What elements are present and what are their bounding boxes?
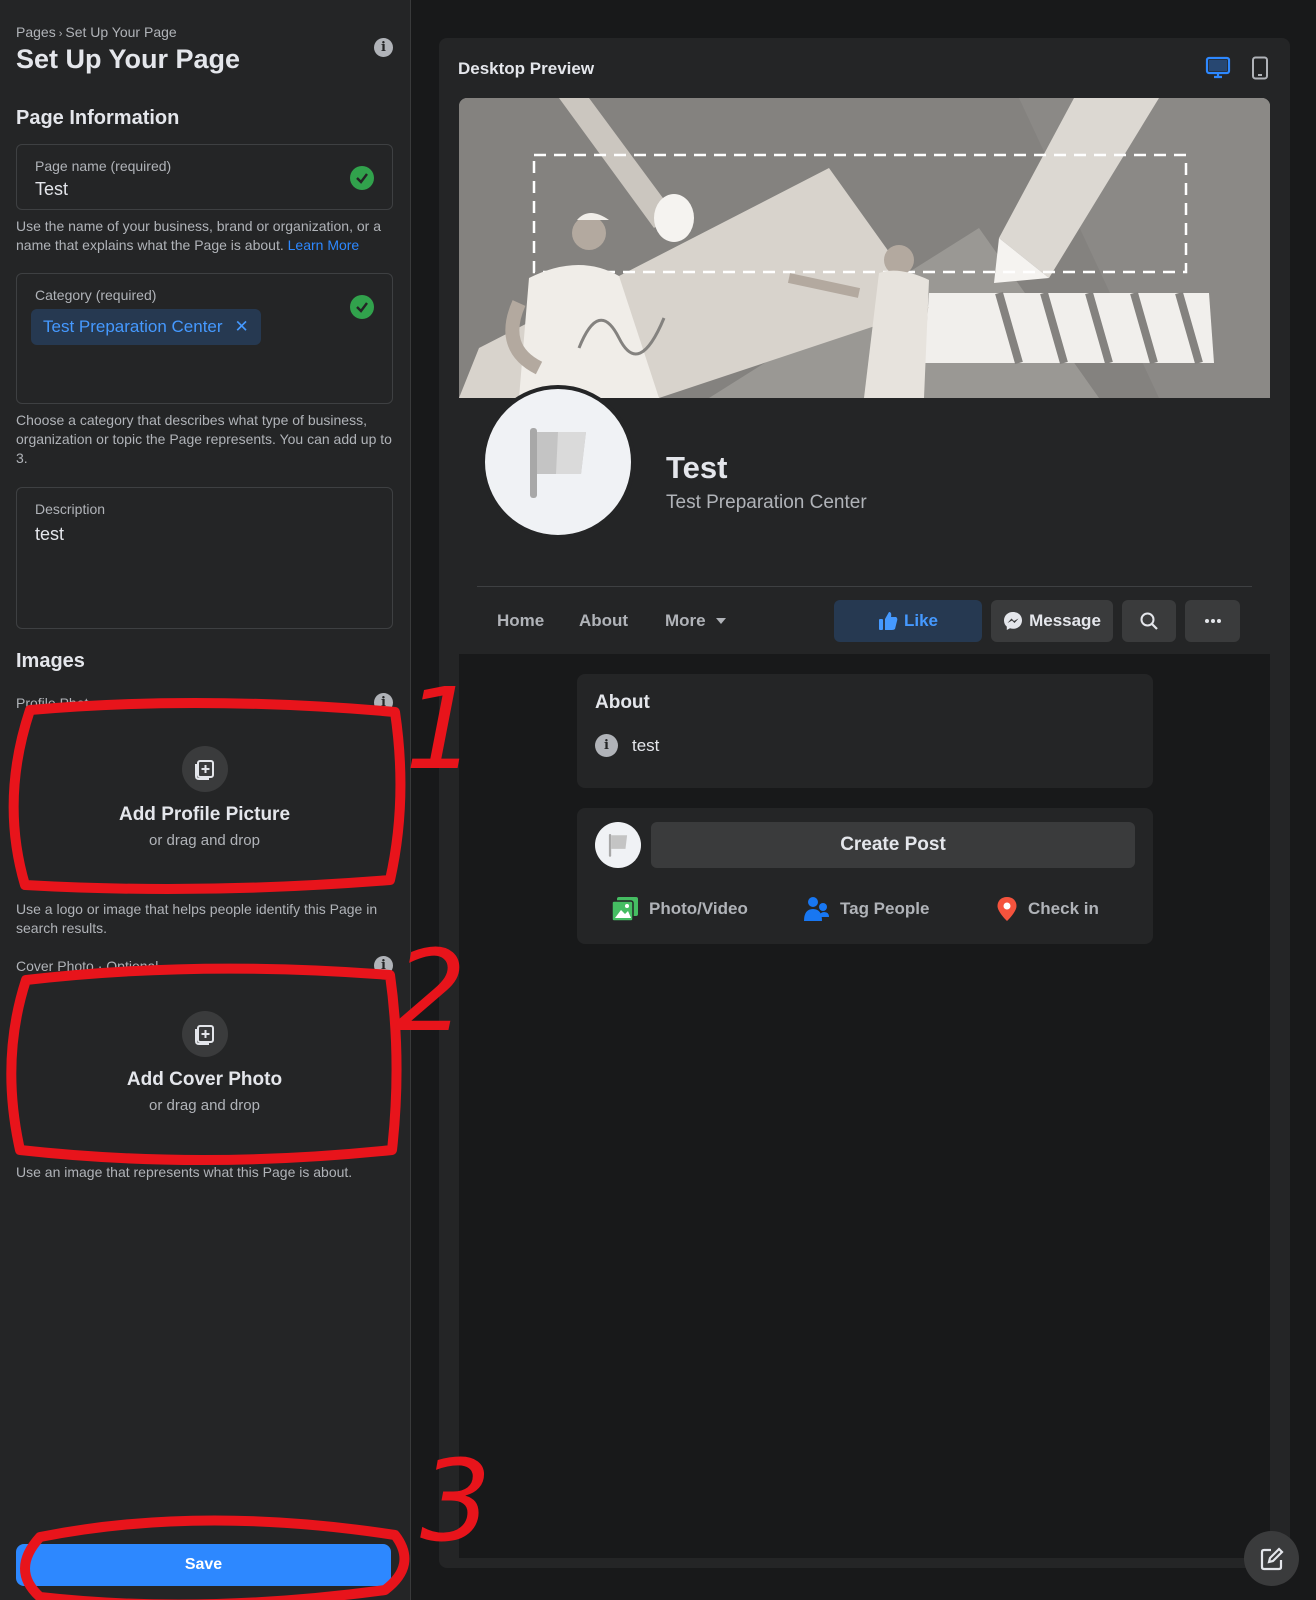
page-information-heading: Page Information	[16, 107, 180, 129]
profile-photo-label: Profile Phot	[16, 695, 89, 711]
more-options-button[interactable]	[1185, 600, 1240, 642]
like-label: Like	[903, 611, 939, 630]
message-label: Message	[1029, 611, 1101, 630]
drag-drop-hint: or drag and drop	[149, 1096, 260, 1114]
page-name-value[interactable]: Test	[35, 179, 68, 200]
create-post-card: Create Post Photo/Video Tag People Check…	[577, 808, 1153, 944]
category-label: Category (required)	[35, 287, 157, 303]
search-icon	[1140, 612, 1158, 630]
caret-down-icon	[715, 618, 726, 624]
flag-icon	[530, 428, 586, 498]
check-icon	[350, 295, 374, 319]
edit-icon	[1260, 1546, 1284, 1570]
images-heading: Images	[16, 650, 85, 672]
description-label: Description	[35, 501, 106, 517]
save-button[interactable]: Save	[16, 1544, 391, 1586]
page-name-label: Page name (required)	[35, 158, 172, 174]
cover-illustration	[459, 98, 1270, 398]
photo-icon	[611, 897, 638, 922]
tab-more-label: More	[665, 611, 706, 630]
location-pin-icon	[997, 897, 1017, 921]
profile-avatar	[481, 385, 635, 539]
tag-people-label: Tag People	[840, 899, 930, 918]
add-cover-photo-title: Add Cover Photo	[126, 1068, 283, 1090]
add-profile-picture-dropzone[interactable]: Add Profile Picture or drag and drop	[16, 717, 393, 877]
create-post-button[interactable]: Create Post	[651, 822, 1135, 868]
drag-drop-hint: or drag and drop	[149, 831, 260, 849]
avatar	[595, 822, 641, 868]
tag-people-action[interactable]: Tag People	[802, 896, 929, 922]
about-text: test	[632, 735, 660, 755]
about-row: i test	[595, 734, 659, 757]
profile-category: Test Preparation Center	[666, 492, 867, 513]
about-card: About i test	[577, 674, 1153, 788]
add-photo-icon	[181, 1010, 228, 1057]
description-field[interactable]: Description test	[16, 487, 393, 629]
ellipsis-icon	[1204, 619, 1221, 623]
like-button[interactable]: Like	[834, 600, 982, 642]
thumbs-up-icon	[878, 612, 898, 630]
profile-header: Test Test Preparation Center Home About …	[459, 98, 1270, 654]
description-value[interactable]: test	[35, 524, 64, 545]
category-field[interactable]: Category (required) Test Preparation Cen…	[16, 273, 393, 404]
tab-about[interactable]: About	[579, 611, 628, 631]
flag-icon	[608, 833, 628, 857]
remove-category-icon[interactable]: ✕	[235, 317, 249, 337]
tab-more[interactable]: More	[665, 611, 728, 631]
cover-photo-helper: Use an image that represents what this P…	[16, 1164, 353, 1180]
message-button[interactable]: Message	[991, 600, 1113, 642]
search-button[interactable]	[1122, 600, 1176, 642]
desktop-icon[interactable]	[1205, 56, 1231, 85]
photo-video-action[interactable]: Photo/Video	[611, 896, 748, 922]
check-in-label: Check in	[1028, 899, 1099, 918]
info-icon[interactable]: i	[374, 693, 393, 712]
edit-button[interactable]	[1244, 1531, 1299, 1586]
check-icon	[350, 166, 374, 190]
page-name-helper: Use the name of your business, brand or …	[16, 217, 396, 255]
learn-more-link[interactable]: Learn More	[288, 237, 360, 253]
divider	[477, 586, 1252, 587]
category-chip-label: Test Preparation Center	[43, 317, 223, 336]
breadcrumb: Pages › Set Up Your Page	[16, 24, 177, 40]
desktop-preview-panel: Desktop Preview Test Test Preparation Ce…	[439, 38, 1290, 1568]
cover-photo-label: Cover Photo · Optional	[16, 958, 159, 974]
breadcrumb-separator: ›	[58, 28, 63, 40]
breadcrumb-pages[interactable]: Pages	[16, 24, 56, 40]
category-helper: Choose a category that describes what ty…	[16, 412, 392, 466]
category-chip: Test Preparation Center ✕	[31, 309, 261, 345]
mobile-icon[interactable]	[1251, 56, 1269, 85]
page-preview: Test Test Preparation Center Home About …	[459, 98, 1270, 1558]
info-icon: i	[595, 734, 618, 757]
page-name-field[interactable]: Page name (required) Test	[16, 144, 393, 210]
tag-people-icon	[804, 897, 829, 921]
profile-photo-helper: Use a logo or image that helps people id…	[16, 901, 378, 936]
profile-name: Test	[666, 450, 728, 485]
preview-title: Desktop Preview	[458, 59, 595, 78]
info-icon[interactable]: i	[374, 956, 393, 975]
page-title: Set Up Your Page	[16, 44, 241, 74]
messenger-icon	[1004, 612, 1023, 630]
check-in-action[interactable]: Check in	[996, 896, 1099, 922]
breadcrumb-current: Set Up Your Page	[65, 24, 177, 40]
info-icon[interactable]: i	[374, 38, 393, 57]
add-profile-picture-title: Add Profile Picture	[118, 803, 291, 825]
about-card-title: About	[595, 692, 650, 713]
photo-video-label: Photo/Video	[649, 899, 748, 918]
tab-home[interactable]: Home	[497, 611, 544, 631]
setup-sidebar: Pages › Set Up Your Page Set Up Your Page …	[0, 0, 411, 1600]
add-cover-photo-dropzone[interactable]: Add Cover Photo or drag and drop	[16, 982, 393, 1142]
add-photo-icon	[181, 745, 228, 792]
